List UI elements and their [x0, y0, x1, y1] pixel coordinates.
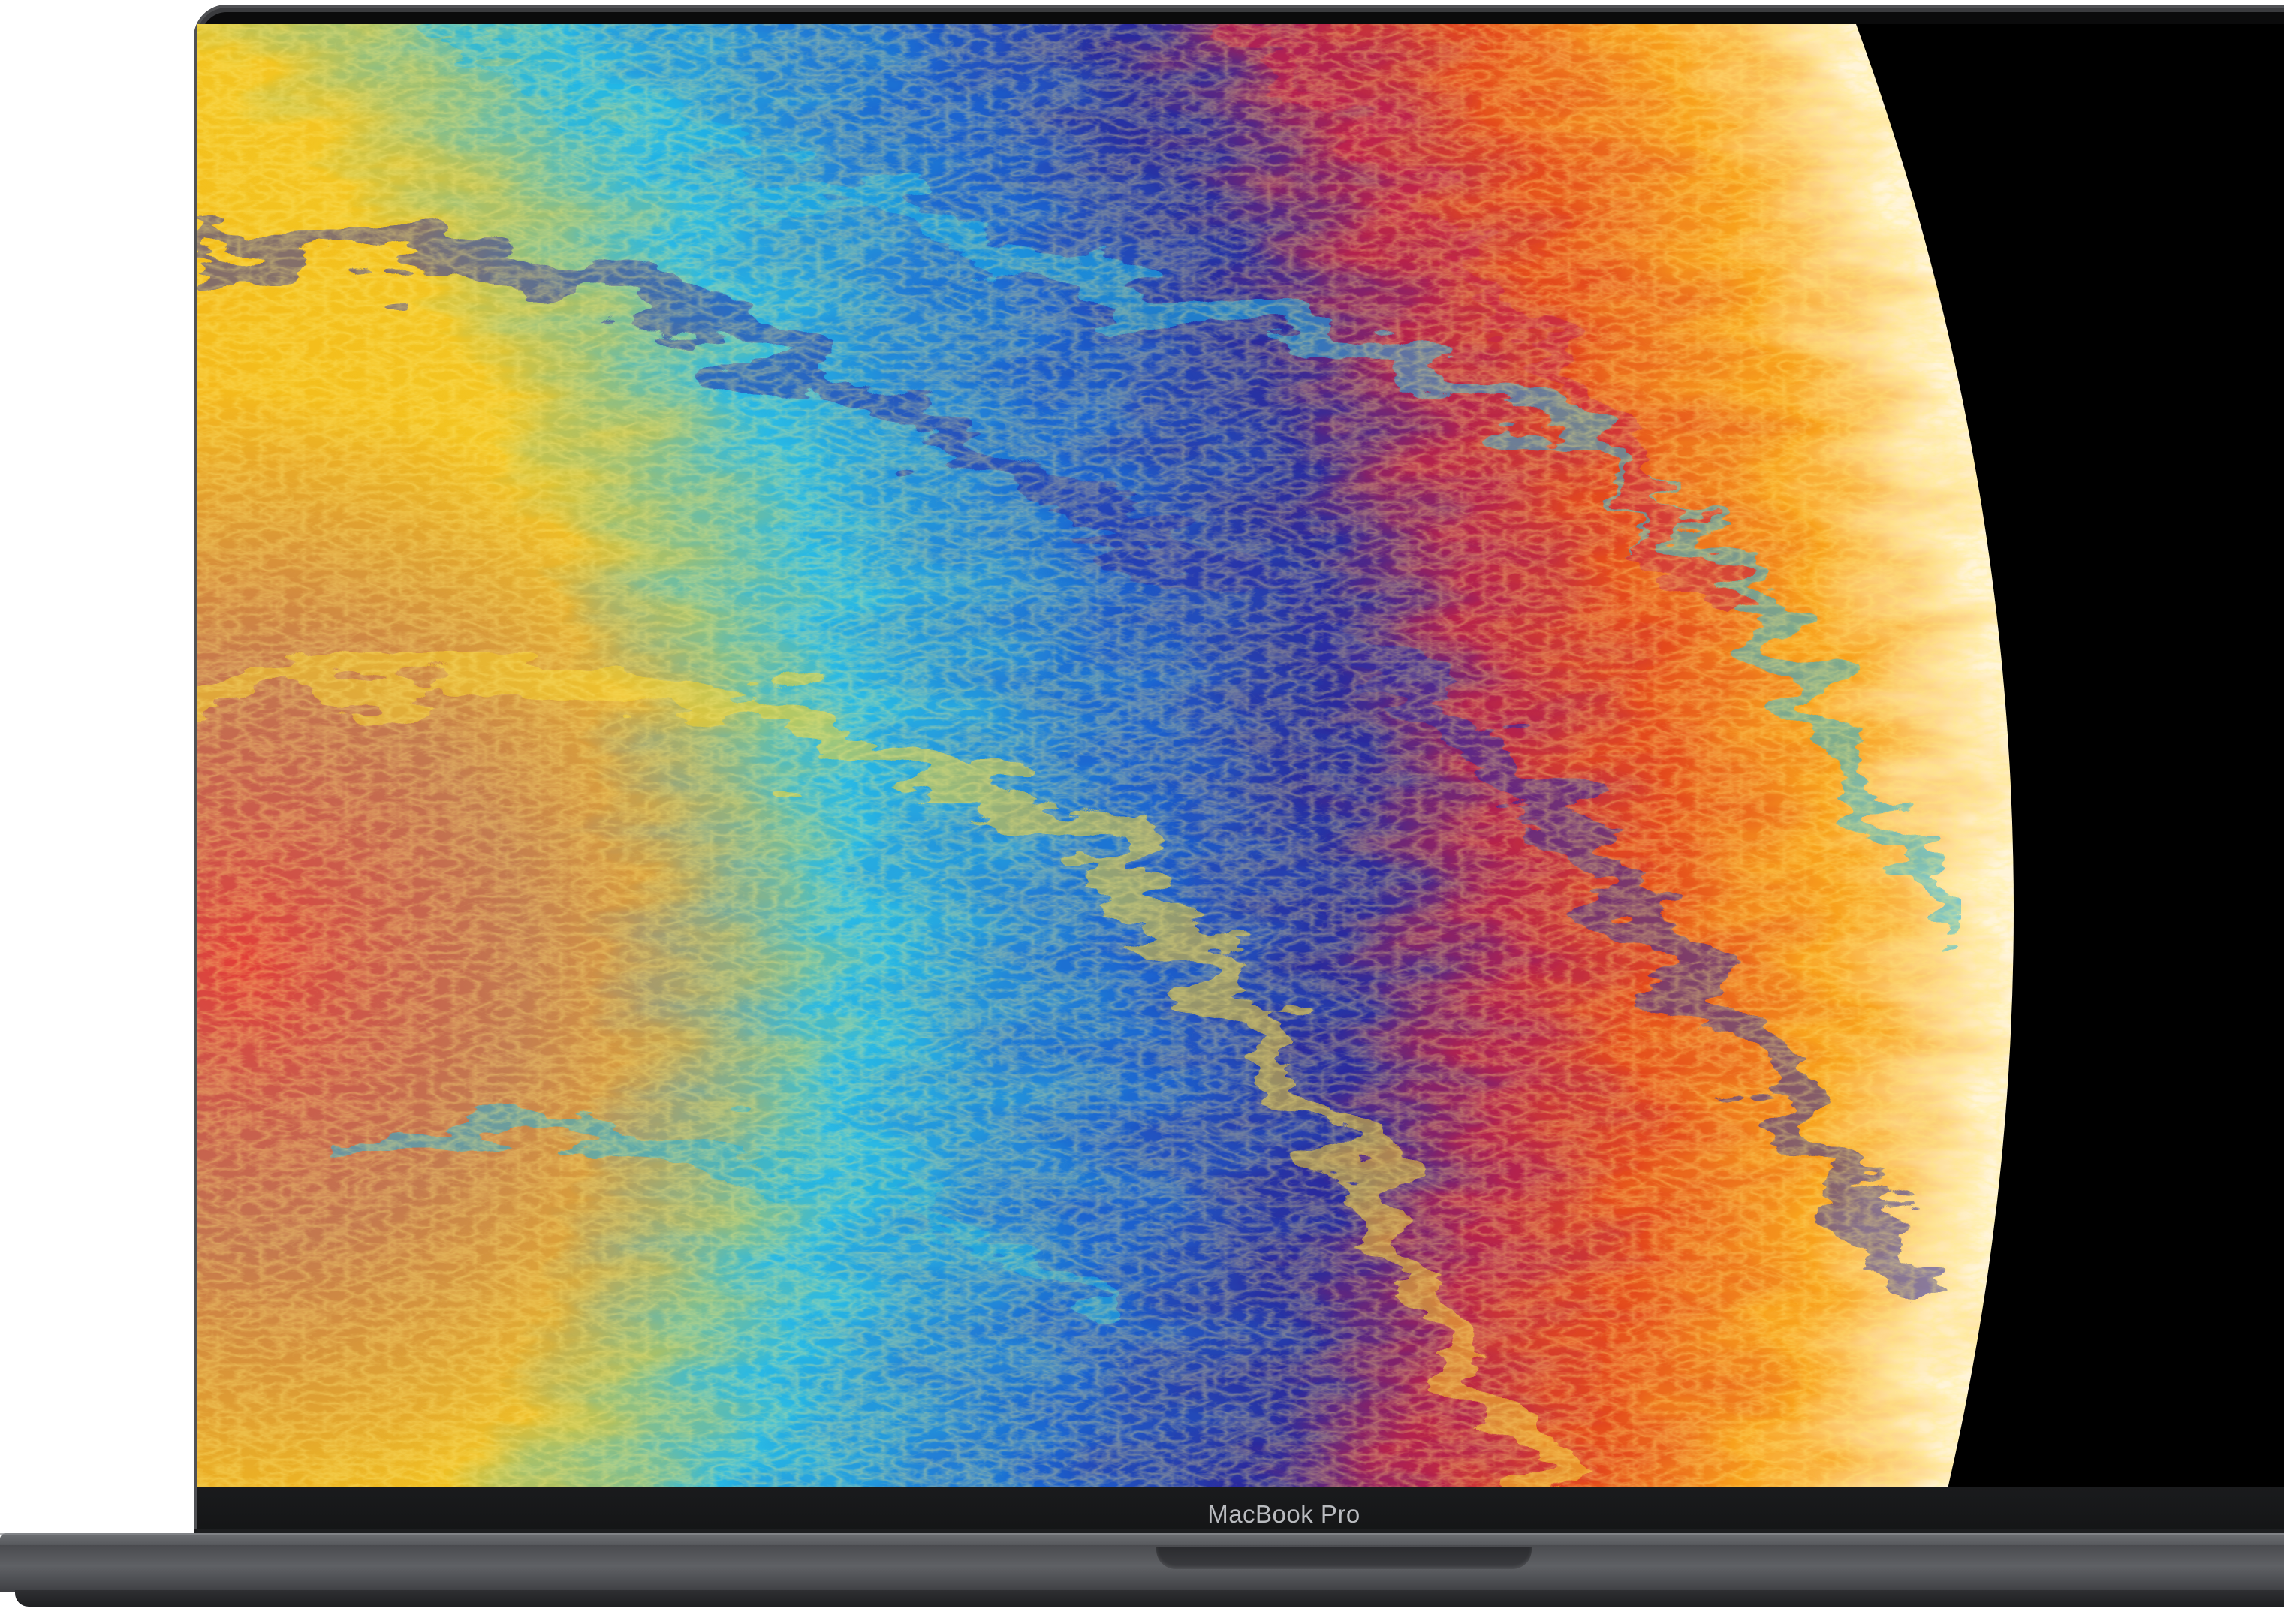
laptop-screen [197, 24, 2284, 1487]
base-edge-highlight [0, 1533, 2284, 1535]
base-underside [15, 1590, 2284, 1607]
bubble-wallpaper [197, 24, 2284, 1487]
model-label: MacBook Pro [1207, 1500, 1360, 1528]
laptop-base [0, 1545, 2284, 1592]
lid-thumb-notch [1156, 1547, 1532, 1569]
laptop-product-photo: MacBook Pro [0, 0, 2284, 1624]
